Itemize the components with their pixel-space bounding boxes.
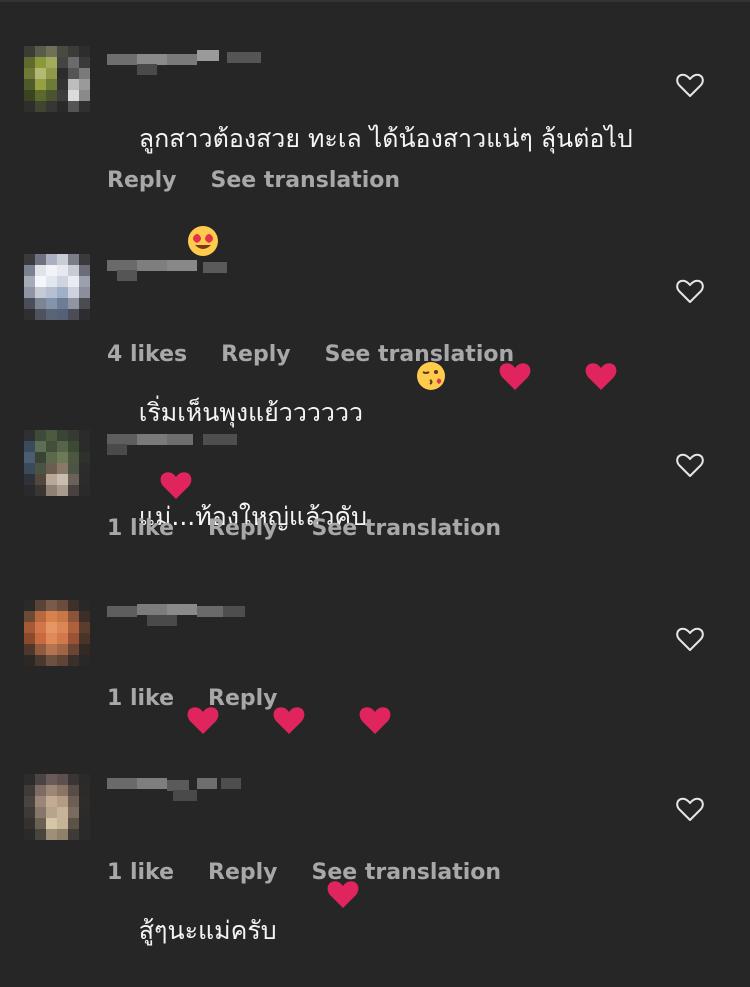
heart-outline-icon[interactable] — [676, 796, 704, 822]
reply-button[interactable]: Reply — [107, 168, 177, 198]
comment-actions: 1 like Reply — [107, 686, 278, 716]
see-translation-button[interactable]: See translation — [325, 342, 515, 372]
likes-count[interactable]: 1 like — [107, 516, 174, 546]
comment-actions: Reply See translation — [107, 168, 400, 198]
heart-outline-icon[interactable] — [676, 626, 704, 652]
username[interactable] — [107, 774, 247, 801]
heart-outline-icon[interactable] — [676, 452, 704, 478]
avatar[interactable] — [24, 600, 90, 666]
comment-text-content: ลูกสาวต้องสวย ทะเล ได้น้องสาวแน่ๆ ลุ้นต่… — [138, 124, 633, 153]
see-translation-button[interactable]: See translation — [312, 860, 502, 890]
red-heart-emoji — [536, 326, 618, 435]
reply-button[interactable]: Reply — [208, 860, 278, 890]
see-translation-button[interactable]: See translation — [211, 168, 401, 198]
reply-button[interactable]: Reply — [221, 342, 291, 372]
avatar[interactable] — [24, 46, 90, 112]
top-divider — [0, 0, 750, 2]
heart-outline-icon[interactable] — [676, 278, 704, 304]
heart-eyes-emoji — [139, 190, 221, 301]
comment-actions: 1 like Reply See translation — [107, 516, 501, 546]
comment-text-content: เริ่มเห็นพุงแย้วววววว — [138, 398, 364, 427]
likes-count[interactable]: 1 like — [107, 860, 174, 890]
see-translation-button[interactable]: See translation — [312, 516, 502, 546]
username[interactable] — [107, 430, 247, 455]
avatar[interactable] — [24, 430, 90, 496]
avatar[interactable] — [24, 774, 90, 840]
comment-actions: 1 like Reply See translation — [107, 860, 501, 890]
avatar[interactable] — [24, 254, 90, 320]
comment-text: สู้ๆนะแม่ครับ — [107, 810, 667, 987]
reply-button[interactable]: Reply — [208, 516, 278, 546]
username[interactable] — [107, 48, 267, 75]
likes-count[interactable]: 1 like — [107, 686, 174, 716]
heart-outline-icon[interactable] — [676, 72, 704, 98]
username[interactable] — [107, 256, 237, 281]
username[interactable] — [107, 600, 257, 626]
reply-button[interactable]: Reply — [208, 686, 278, 716]
red-heart-emoji — [310, 670, 392, 779]
likes-count[interactable]: 4 likes — [107, 342, 187, 372]
comment-text-content: สู้ๆนะแม่ครับ — [138, 916, 277, 945]
comment-actions: 4 likes Reply See translation — [107, 342, 514, 372]
